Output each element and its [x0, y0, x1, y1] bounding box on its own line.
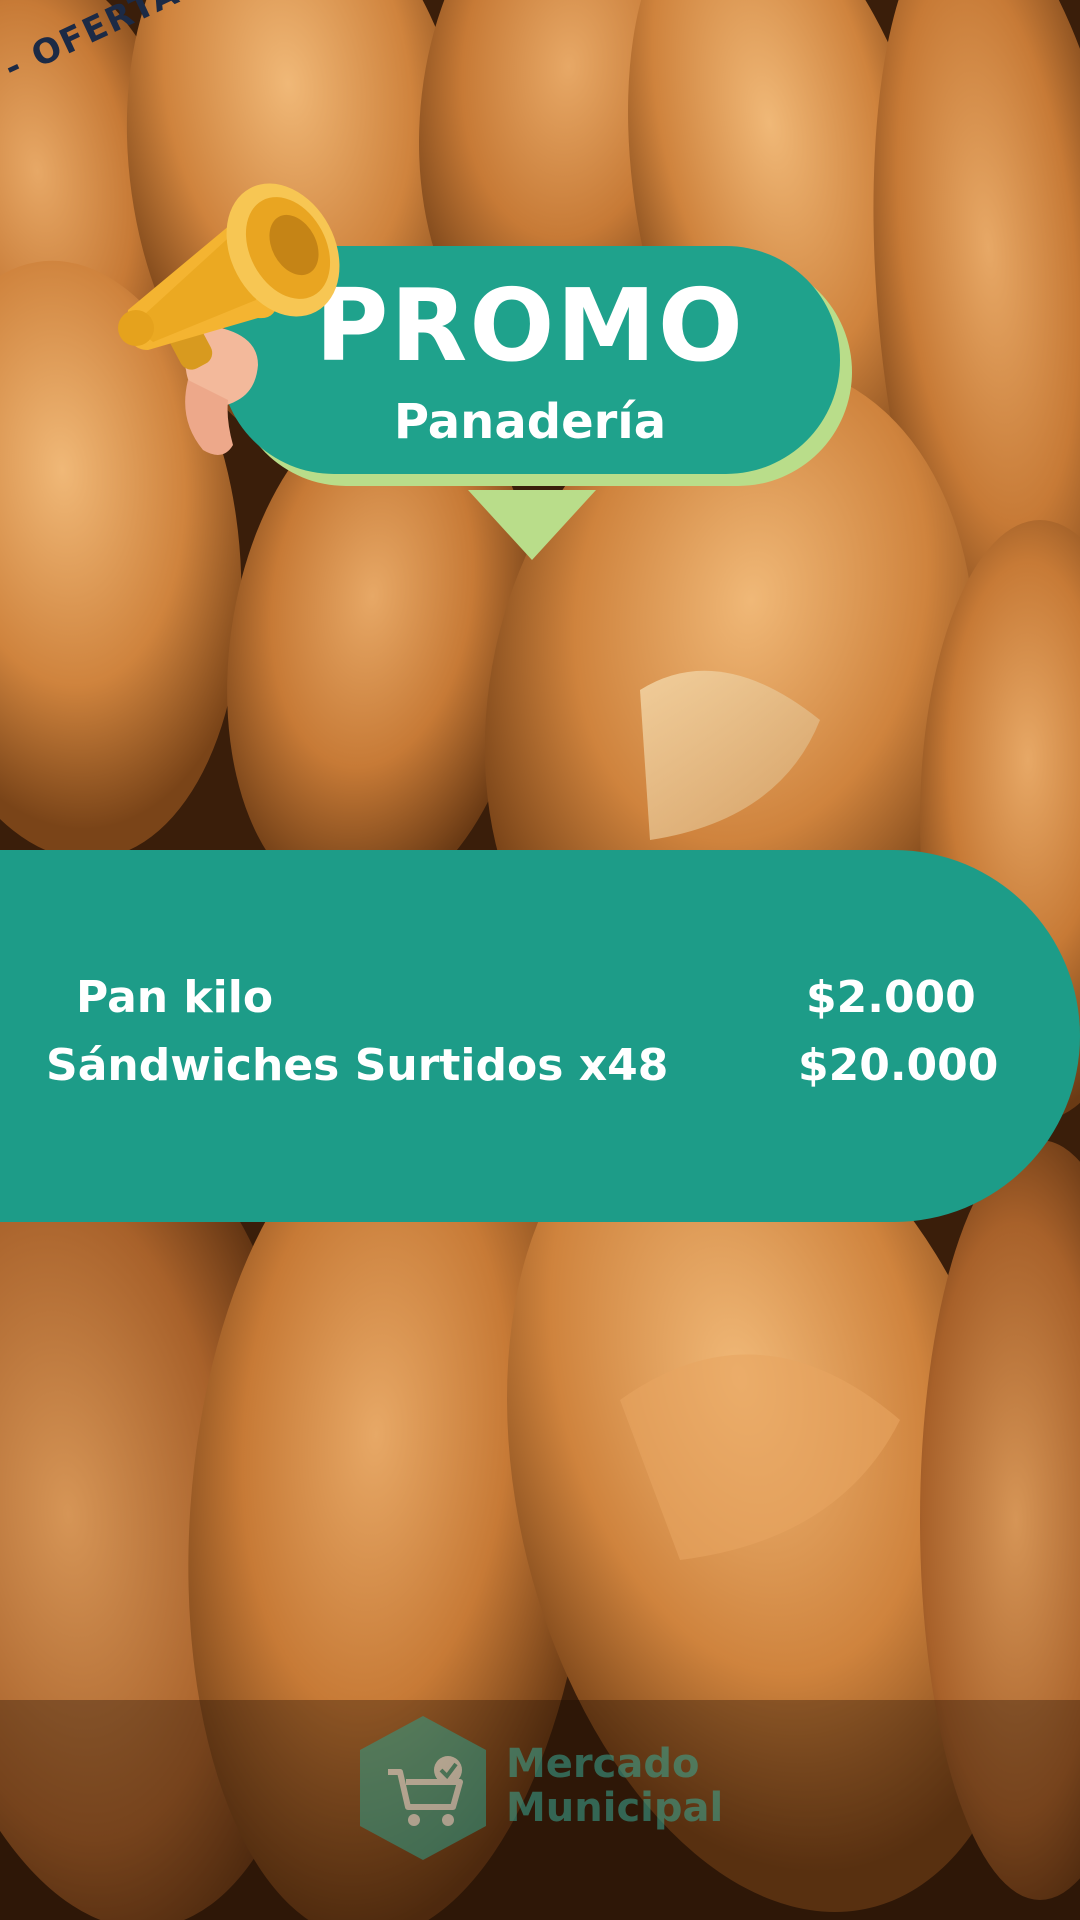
shopping-cart-icon: [360, 1716, 486, 1860]
promo-bubble-pointer: [468, 490, 596, 560]
megaphone-icon: [118, 183, 340, 455]
logo-text-line1: Mercado: [506, 1741, 700, 1787]
item-name-pan-kilo: Pan kilo: [76, 972, 274, 1023]
logo-text-line2: Municipal: [506, 1785, 724, 1831]
item-price-pan-kilo: $2.000: [806, 972, 976, 1023]
item-name-sandwiches: Sándwiches Surtidos x48: [46, 1040, 669, 1091]
mercado-municipal-logo: Mercado Municipal: [348, 1712, 728, 1864]
item-price-sandwiches: $20.000: [798, 1040, 999, 1091]
price-list-panel: Pan kilo $2.000 Sándwiches Surtidos x48 …: [0, 850, 1080, 1222]
